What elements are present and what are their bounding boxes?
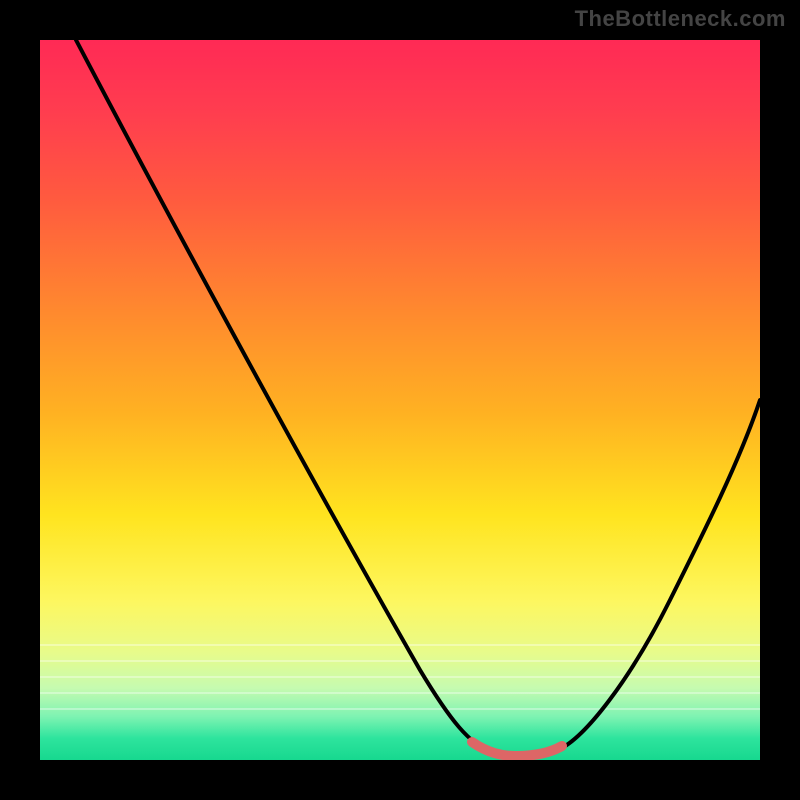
bottleneck-curve	[76, 40, 760, 755]
watermark-text: TheBottleneck.com	[575, 6, 786, 32]
curve-svg	[40, 40, 760, 760]
accent-valley	[472, 742, 562, 756]
chart-stage: TheBottleneck.com	[0, 0, 800, 800]
plot-area	[40, 40, 760, 760]
